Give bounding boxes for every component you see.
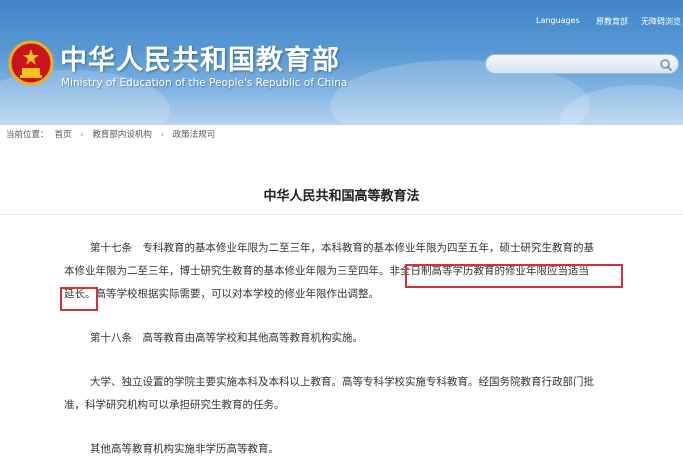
article-line: 第十七条 专科教育的基本修业年限为二至三年，本科教育的基本修业年限为四至五年，硕… bbox=[90, 242, 594, 254]
breadcrumb: 当前位置： 首页 › 教育部内设机构 › 政策法规司 bbox=[6, 128, 221, 140]
article-title: 中华人民共和国高等教育法 bbox=[263, 189, 420, 204]
site-header: 中华人民共和国教育部 Ministry of Education of the … bbox=[0, 0, 683, 125]
article-text: 高等学校根据实际需要，可以对本学校的修业年限作出调整。 bbox=[95, 288, 380, 300]
article-text: 本修业年限为二至三年，博士研究生教育的基本修业年限为三至四年。 bbox=[64, 265, 390, 277]
chevron-right-icon: › bbox=[160, 130, 164, 140]
divider bbox=[0, 214, 683, 225]
link-old-site[interactable]: 原教育部 bbox=[596, 16, 628, 27]
site-title[interactable]: 中华人民共和国教育部 bbox=[60, 38, 340, 77]
search-box[interactable] bbox=[485, 54, 679, 74]
breadcrumb-home[interactable]: 首页 bbox=[55, 130, 72, 140]
chevron-right-icon: › bbox=[80, 130, 84, 140]
highlight-box bbox=[405, 264, 623, 288]
article-line: 大学、独立设置的学院主要实施本科及本科以上教育。高等专科学校实施专科教育。经国务… bbox=[90, 376, 594, 388]
breadcrumb-item-dept[interactable]: 教育部内设机构 bbox=[92, 130, 152, 140]
site-subtitle: Ministry of Education of the People's Re… bbox=[61, 77, 348, 89]
highlight-box bbox=[60, 287, 98, 311]
national-emblem-icon bbox=[8, 40, 54, 86]
search-icon[interactable] bbox=[659, 58, 673, 72]
article-line: 其他高等教育机构实施非学历高等教育。 bbox=[90, 443, 279, 455]
breadcrumb-item-policy[interactable]: 政策法规司 bbox=[173, 130, 216, 140]
link-languages[interactable]: Languages bbox=[536, 16, 580, 25]
article-line: 准，科学研究机构可以承担研究生教育的任务。 bbox=[64, 399, 285, 411]
article-line: 第十八条 高等教育由高等学校和其他高等教育机构实施。 bbox=[90, 332, 363, 344]
link-accessibility[interactable]: 无障碍浏览 bbox=[641, 16, 681, 27]
breadcrumb-prefix: 当前位置： bbox=[6, 130, 49, 140]
